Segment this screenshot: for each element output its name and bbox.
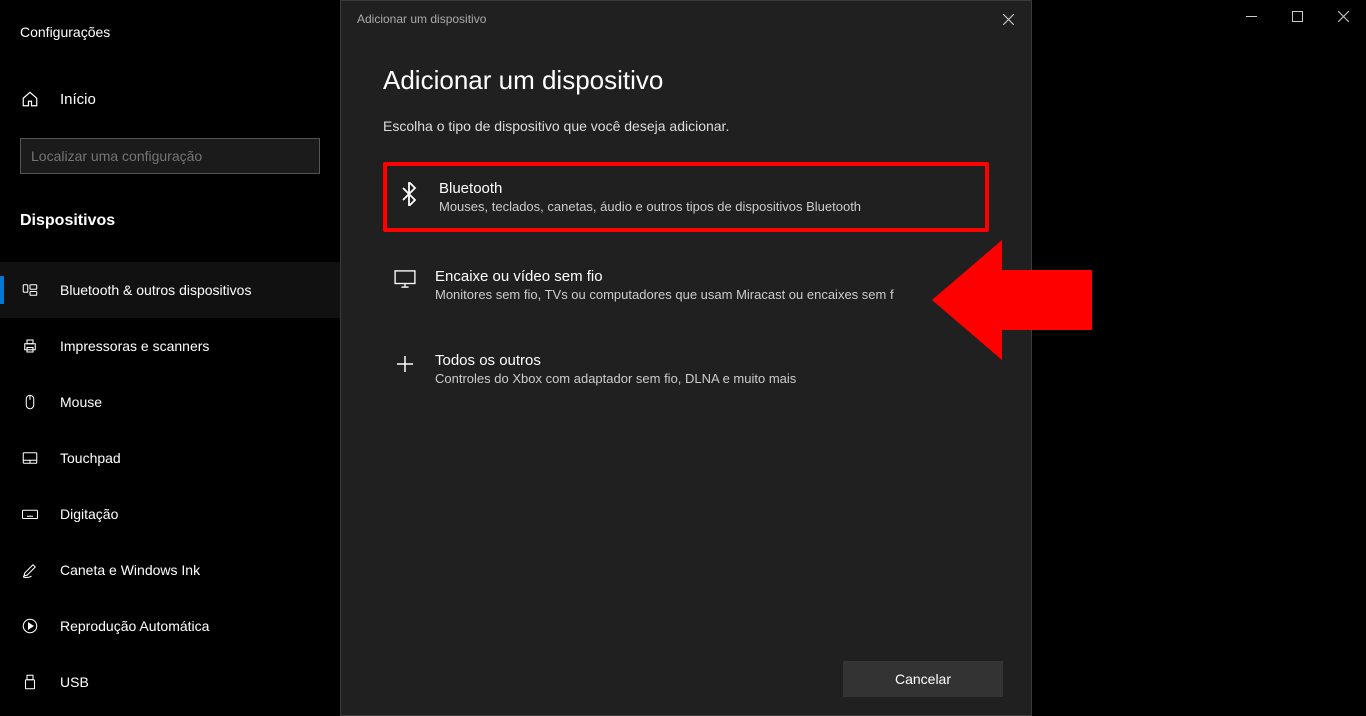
usb-icon: [20, 673, 40, 691]
dialog-footer: Cancelar: [843, 661, 1003, 697]
nav-item-label: Caneta e Windows Ink: [60, 562, 200, 578]
option-bluetooth[interactable]: Bluetooth Mouses, teclados, canetas, áud…: [383, 162, 989, 232]
nav-item-pen[interactable]: Caneta e Windows Ink: [0, 542, 340, 598]
nav-item-label: Bluetooth & outros dispositivos: [60, 282, 251, 298]
nav-item-label: Mouse: [60, 394, 102, 410]
bluetooth-devices-icon: [20, 281, 40, 299]
nav-item-typing[interactable]: Digitação: [0, 486, 340, 542]
nav-list: Bluetooth & outros dispositivos Impresso…: [0, 262, 340, 710]
nav-item-usb[interactable]: USB: [0, 654, 340, 710]
bluetooth-icon: [397, 180, 421, 214]
keyboard-icon: [20, 505, 40, 523]
plus-icon: [393, 352, 417, 386]
nav-item-printers[interactable]: Impressoras e scanners: [0, 318, 340, 374]
nav-item-label: Reprodução Automática: [60, 618, 209, 634]
window-close-button[interactable]: [1320, 0, 1366, 32]
add-device-dialog: Adicionar um dispositivo Adicionar um di…: [340, 0, 1032, 716]
nav-home-label: Início: [60, 91, 96, 108]
nav-item-touchpad[interactable]: Touchpad: [0, 430, 340, 486]
nav-item-bluetooth[interactable]: Bluetooth & outros dispositivos: [0, 262, 340, 318]
search-input-container[interactable]: [20, 138, 320, 174]
option-title: Bluetooth: [439, 180, 861, 197]
settings-sidebar: Configurações Início Dispositivos Blueto…: [0, 0, 340, 716]
printer-icon: [20, 337, 40, 355]
nav-item-label: USB: [60, 674, 89, 690]
pen-icon: [20, 561, 40, 579]
touchpad-icon: [20, 449, 40, 467]
option-desc: Controles do Xbox com adaptador sem fio,…: [435, 371, 796, 386]
nav-item-label: Digitação: [60, 506, 118, 522]
dialog-titlebar-text: Adicionar um dispositivo: [357, 12, 486, 26]
mouse-icon: [20, 393, 40, 411]
app-title: Configurações: [0, 16, 340, 60]
dialog-body: Adicionar um dispositivo Escolha o tipo …: [341, 37, 1031, 400]
option-title: Todos os outros: [435, 352, 796, 369]
window-minimize-button[interactable]: [1228, 0, 1274, 32]
dialog-subheading: Escolha o tipo de dispositivo que você d…: [383, 118, 989, 134]
search-input[interactable]: [31, 148, 309, 164]
dialog-close-button[interactable]: [985, 1, 1031, 37]
nav-home[interactable]: Início: [0, 80, 340, 118]
window-maximize-button[interactable]: [1274, 0, 1320, 32]
home-icon: [20, 90, 40, 108]
option-desc: Monitores sem fio, TVs ou computadores q…: [435, 287, 894, 302]
cancel-button[interactable]: Cancelar: [843, 661, 1003, 697]
dialog-heading: Adicionar um dispositivo: [383, 65, 989, 96]
nav-item-mouse[interactable]: Mouse: [0, 374, 340, 430]
autoplay-icon: [20, 617, 40, 635]
dialog-titlebar: Adicionar um dispositivo: [341, 1, 1031, 37]
option-desc: Mouses, teclados, canetas, áudio e outro…: [439, 199, 861, 214]
option-everything-else[interactable]: Todos os outros Controles do Xbox com ad…: [383, 338, 989, 400]
option-wireless-display[interactable]: Encaixe ou vídeo sem fio Monitores sem f…: [383, 254, 989, 316]
option-title: Encaixe ou vídeo sem fio: [435, 268, 894, 285]
category-title: Dispositivos: [0, 194, 340, 242]
display-icon: [393, 268, 417, 302]
nav-item-label: Impressoras e scanners: [60, 338, 209, 354]
window-controls: [1228, 0, 1366, 32]
nav-item-autoplay[interactable]: Reprodução Automática: [0, 598, 340, 654]
nav-item-label: Touchpad: [60, 450, 121, 466]
